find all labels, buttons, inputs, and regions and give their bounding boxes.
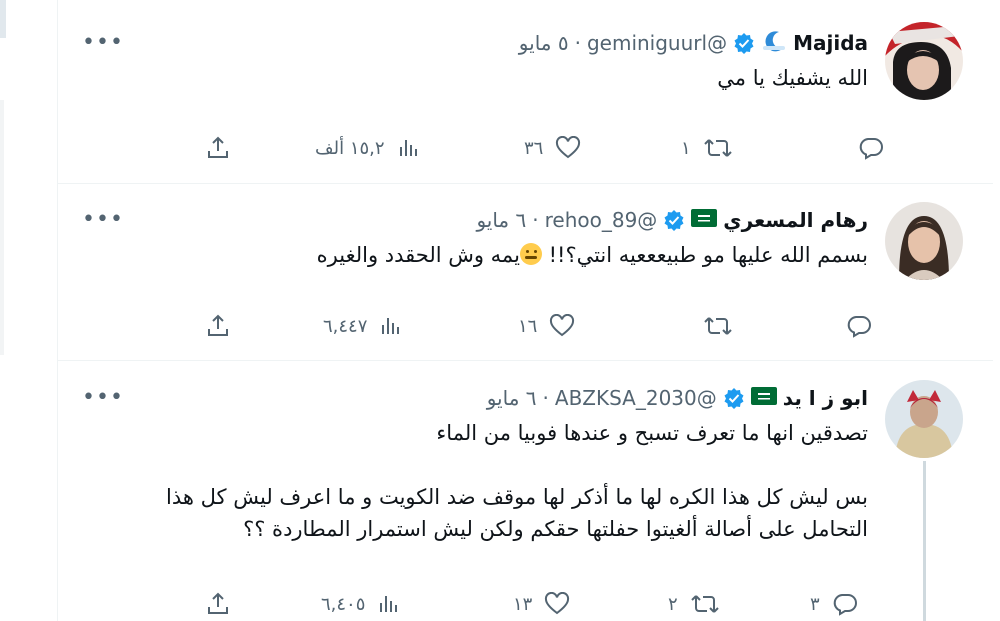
- like-count: ٣٦: [524, 137, 544, 159]
- more-options-icon[interactable]: •••: [82, 385, 124, 410]
- tweet-header: رهام المسعري @rehoo_89 · ٦ مايو: [476, 205, 868, 235]
- reply-icon: [858, 136, 884, 160]
- views-button[interactable]: ٦,٤٤٧: [323, 311, 403, 341]
- like-count: ١٦: [518, 315, 538, 337]
- views-count: ٦,٤٠٥: [321, 593, 366, 615]
- author-name[interactable]: رهام المسعري: [723, 208, 868, 232]
- heart-icon: [549, 314, 575, 338]
- author-handle[interactable]: @ABZKSA_2030: [555, 386, 717, 410]
- tweet-timestamp[interactable]: ٦ مايو: [487, 386, 537, 410]
- tweet-text: تصدقين انها ما تعرف تسبح و عندها فوبيا م…: [166, 417, 868, 545]
- dot-separator: ·: [574, 31, 581, 55]
- tweet-header: ابو ز ا يد @ABZKSA_2030 · ٦ مايو: [487, 383, 868, 413]
- reply-icon: [846, 314, 872, 338]
- tweet-text: بسمم الله عليها مو طبيعععيه انتي؟!! يمه …: [317, 239, 868, 271]
- saudi-flag-icon: [750, 386, 777, 410]
- left-rail: [0, 0, 57, 621]
- dot-separator: ·: [542, 386, 549, 410]
- reply-button[interactable]: [846, 133, 884, 163]
- tweet-timestamp[interactable]: ٥ مايو: [519, 31, 569, 55]
- rail-edge: [0, 100, 4, 355]
- views-button[interactable]: ١٥,٢ ألف: [315, 133, 421, 163]
- author-handle[interactable]: @rehoo_89: [545, 208, 658, 232]
- like-button[interactable]: ٣٦: [524, 133, 581, 163]
- tweet-item[interactable]: رهام المسعري @rehoo_89 · ٦ مايو ••• بسمم…: [58, 183, 993, 361]
- retweet-icon: [690, 592, 720, 616]
- tweet-actions: ١٦ ٦,٤٤٧: [58, 311, 993, 341]
- views-icon: [377, 592, 401, 616]
- tweet-timestamp[interactable]: ٦ مايو: [476, 208, 526, 232]
- tweet-text-line: الله يشفيك يا مي: [717, 66, 868, 90]
- like-button[interactable]: ١٣: [513, 589, 570, 619]
- avatar[interactable]: [885, 380, 963, 458]
- views-count: ١٥,٢ ألف: [315, 137, 385, 159]
- tweet-feed: Majida @geminiguurl · ٥ مايو ••• الله يش…: [57, 0, 1000, 621]
- reply-button[interactable]: ٣: [810, 589, 858, 619]
- tweet-text-segment: يمه وش الحقدد والغيره: [316, 243, 520, 267]
- saudi-flag-icon: [691, 208, 718, 232]
- heart-icon: [544, 592, 570, 616]
- share-icon: [205, 591, 231, 617]
- retweet-count: ٢: [668, 593, 678, 615]
- moon-icon: [761, 28, 787, 59]
- retweet-button[interactable]: [703, 311, 733, 341]
- verified-badge-icon: [663, 209, 685, 231]
- tweet-text: الله يشفيك يا مي: [717, 62, 868, 94]
- avatar[interactable]: [885, 202, 963, 280]
- tweet-text-line: تصدقين انها ما تعرف تسبح و عندها فوبيا م…: [436, 421, 868, 445]
- like-count: ١٣: [513, 593, 533, 615]
- tweet-item[interactable]: ابو ز ا يد @ABZKSA_2030 · ٦ مايو ••• تصد…: [58, 360, 993, 621]
- share-icon: [205, 135, 231, 161]
- tweet-header: Majida @geminiguurl · ٥ مايو: [519, 28, 868, 58]
- like-button[interactable]: ١٦: [518, 311, 575, 341]
- views-icon: [397, 136, 421, 160]
- tweet-item[interactable]: Majida @geminiguurl · ٥ مايو ••• الله يش…: [58, 0, 993, 184]
- tweet-text-line: بسمم الله عليها مو طبيعععيه انتي؟!! يمه …: [317, 239, 868, 271]
- views-count: ٦,٤٤٧: [323, 315, 368, 337]
- tweet-actions: ٣ ٢ ١٣ ٦,٤٠٥: [58, 589, 993, 619]
- reply-button[interactable]: [846, 311, 872, 341]
- share-button[interactable]: [205, 589, 231, 619]
- tweet-actions: ١ ٣٦ ١٥,٢ ألف: [58, 133, 993, 163]
- tweet-text-line: بس ليش كل هذا الكره لها ما أذكر لها موقف…: [166, 485, 868, 509]
- more-options-icon[interactable]: •••: [82, 207, 124, 232]
- tweet-text-line: التحامل على أصالة ألغيتوا حفلتها حقكم ول…: [243, 517, 868, 541]
- share-button[interactable]: [205, 133, 231, 163]
- share-button[interactable]: [205, 311, 231, 341]
- avatar[interactable]: [885, 22, 963, 100]
- dot-separator: ·: [532, 208, 539, 232]
- views-icon: [379, 314, 403, 338]
- retweet-button[interactable]: ٢: [668, 589, 720, 619]
- retweet-icon: [703, 314, 733, 338]
- retweet-icon: [703, 136, 733, 160]
- tweet-text-segment: بسمم الله عليها مو طبيعععيه انتي؟!!: [548, 243, 868, 267]
- share-icon: [205, 313, 231, 339]
- reply-icon: [832, 592, 858, 616]
- zipper-mouth-face-icon: [519, 243, 542, 265]
- views-button[interactable]: ٦,٤٠٥: [321, 589, 401, 619]
- retweet-count: ١: [681, 137, 691, 159]
- author-name[interactable]: Majida: [793, 31, 868, 55]
- verified-badge-icon: [723, 387, 745, 409]
- verified-badge-icon: [733, 32, 755, 54]
- retweet-button[interactable]: ١: [681, 133, 733, 163]
- heart-icon: [555, 136, 581, 160]
- author-name[interactable]: ابو ز ا يد: [783, 386, 868, 410]
- reply-count: ٣: [810, 593, 820, 615]
- more-options-icon[interactable]: •••: [82, 30, 124, 55]
- author-handle[interactable]: @geminiguurl: [587, 31, 727, 55]
- rail-edge: [0, 0, 6, 38]
